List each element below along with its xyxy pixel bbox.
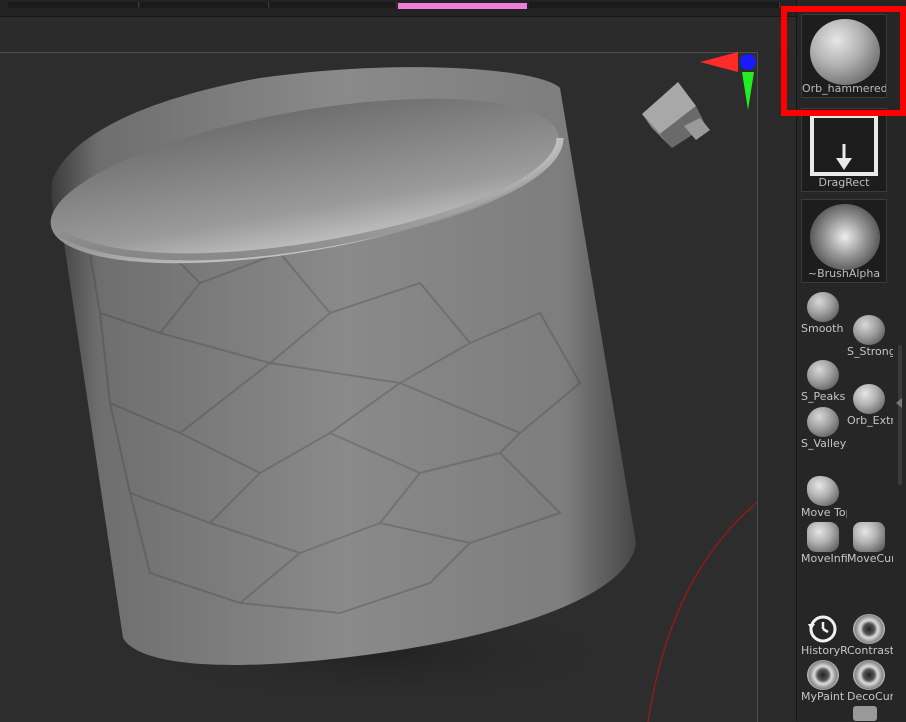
axis-gizmo[interactable]: [698, 50, 760, 116]
brush-history-recall[interactable]: HistoryRecall: [801, 614, 847, 658]
toolbar-segment[interactable]: [270, 2, 397, 8]
brush-deco-curve[interactable]: DecoCurve: [847, 660, 893, 704]
brush-s-peaks[interactable]: S_Peaks: [801, 360, 847, 404]
move-infinite-brush-icon: [807, 522, 839, 552]
my-paint-brush-icon: [807, 660, 839, 690]
deco-curve-brush-icon: [853, 660, 885, 690]
top-toolbar: [0, 0, 906, 17]
history-recall-brush-icon: [808, 615, 837, 643]
drag-rect-icon: [810, 114, 878, 176]
tray-collapse-icon[interactable]: [896, 398, 902, 408]
move-curve-brush-icon: [853, 522, 885, 552]
alpha-label: ~BrushAlpha: [807, 267, 881, 280]
smooth-brush-icon: [807, 292, 839, 322]
brush-move-infinite[interactable]: MoveInfinite: [801, 522, 847, 566]
brush-contrast[interactable]: Contrast: [847, 614, 893, 658]
x-axis-arrow[interactable]: [700, 52, 738, 72]
toolbar-segment[interactable]: [140, 2, 269, 8]
progress-bar: [398, 3, 527, 9]
viewport-render: [50, 67, 757, 722]
orb-extruder-brush-icon: [853, 384, 885, 414]
next-brush-icon[interactable]: [853, 706, 877, 721]
smooth-stronger-brush-icon: [853, 315, 885, 345]
brush-alpha-icon: [810, 204, 880, 270]
brush-move-topological[interactable]: Move Topological: [801, 476, 847, 520]
stroke-label: DragRect: [818, 176, 870, 189]
brush-smooth[interactable]: Smooth: [801, 292, 847, 336]
smooth-valleys-brush-icon: [807, 407, 839, 437]
smooth-peaks-brush-icon: [807, 360, 839, 390]
brush-orb-extruder[interactable]: Orb_Extruder: [847, 384, 893, 428]
contrast-brush-icon: [853, 614, 885, 644]
brush-move-curve[interactable]: MoveCurve: [847, 522, 893, 566]
y-axis-arrow[interactable]: [742, 72, 754, 110]
toolbar-segment[interactable]: [8, 2, 139, 8]
tray-scrollbar[interactable]: [898, 345, 902, 485]
z-axis-dot[interactable]: [740, 54, 756, 70]
selection-highlight: [781, 6, 906, 116]
alpha-slot[interactable]: ~BrushAlpha: [801, 199, 887, 283]
sub-toolbar: [0, 17, 796, 51]
canvas-margin: [758, 52, 796, 721]
stroke-slot[interactable]: DragRect: [801, 108, 887, 192]
move-topological-brush-icon: [807, 476, 839, 506]
brush-s-stronger[interactable]: S_Stronger: [847, 315, 893, 359]
brush-s-valleys[interactable]: S_Valleys: [801, 407, 847, 451]
document-canvas[interactable]: [0, 52, 758, 722]
toolbar-segment[interactable]: [529, 2, 780, 8]
brush-radius-curve: [647, 501, 757, 722]
brush-my-paint[interactable]: MyPaint: [801, 660, 847, 704]
